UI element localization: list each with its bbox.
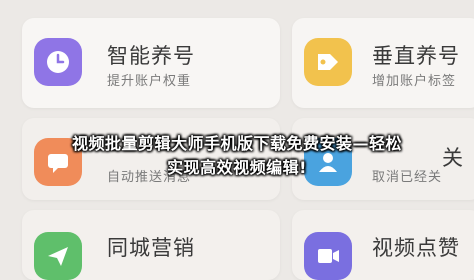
- tag-icon: [304, 38, 352, 86]
- feature-card-local-marketing[interactable]: 同城营销: [22, 210, 280, 280]
- feature-card-smart-nurture[interactable]: 智能养号 提升账户权重: [22, 18, 280, 108]
- card-subtitle: 增加账户标签: [372, 74, 457, 89]
- video-icon: [304, 232, 352, 280]
- overlay-line-1: 视频批量剪辑大师手机版下载免费安装—轻松: [71, 134, 402, 153]
- feature-card-video-like[interactable]: 视频点赞: [292, 210, 474, 280]
- card-title: 同城营销: [107, 236, 195, 260]
- feature-card-vertical-nurture[interactable]: 垂直养号 增加账户标签: [292, 18, 474, 108]
- card-title: 视频点赞: [372, 236, 460, 260]
- card-subtitle: 提升账户权重: [107, 74, 192, 89]
- clock-icon: [34, 38, 82, 86]
- card-title: 垂直养号: [372, 44, 460, 68]
- overlay-line-2: 实现高效视频编辑!: [167, 158, 307, 177]
- send-icon: [34, 232, 82, 280]
- card-title: 智能养号: [107, 44, 195, 68]
- overlay-caption: 视频批量剪辑大师手机版下载免费安装—轻松 实现高效视频编辑!: [0, 132, 474, 180]
